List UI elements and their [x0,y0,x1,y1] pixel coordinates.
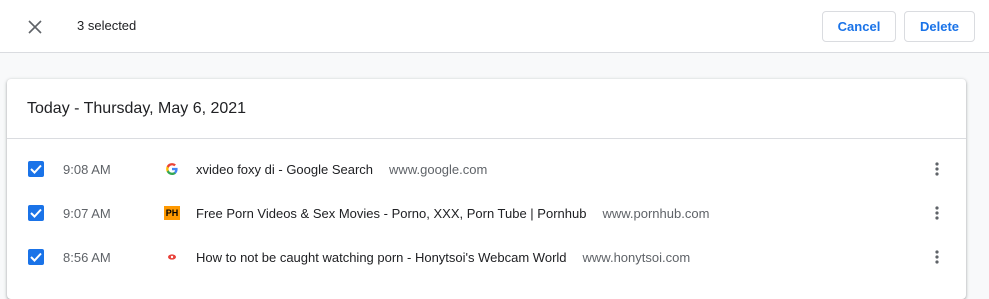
google-favicon-icon [164,161,180,177]
history-row: 9:08 AM xvideo foxy di - Google Search w… [7,147,966,191]
history-row: 9:07 AM PH Free Porn Videos & Sex Movies… [7,191,966,235]
page-title-link[interactable]: xvideo foxy di - Google Search [196,162,373,177]
more-actions-icon[interactable] [926,158,948,180]
delete-button[interactable]: Delete [904,11,975,42]
pornhub-favicon-icon: PH [164,205,180,221]
honytsoi-favicon-icon [164,249,180,265]
row-checkbox[interactable] [28,161,44,177]
page-title-link[interactable]: How to not be caught watching porn - Hon… [196,250,567,265]
page-domain: www.honytsoi.com [582,249,691,265]
checkmark-icon [30,164,42,174]
history-row: 8:56 AM How to not be caught watching po… [7,235,966,279]
favicon-label: PH [164,206,180,220]
page-domain: www.google.com [389,161,488,177]
selection-toolbar: 3 selected Cancel Delete [0,0,989,53]
history-card: Today - Thursday, May 6, 2021 9:08 AM xv… [7,79,966,299]
date-header: Today - Thursday, May 6, 2021 [7,79,966,139]
close-icon[interactable] [22,14,48,40]
more-actions-icon[interactable] [926,202,948,224]
more-actions-icon[interactable] [926,246,948,268]
checkmark-icon [30,208,42,218]
cancel-button[interactable]: Cancel [822,11,896,42]
checkmark-icon [30,252,42,262]
visit-time: 8:56 AM [63,249,111,265]
visit-time: 9:08 AM [63,161,111,177]
page-domain: www.pornhub.com [602,205,710,221]
page-title-link[interactable]: Free Porn Videos & Sex Movies - Porno, X… [196,206,586,221]
row-checkbox[interactable] [28,249,44,265]
selected-count: 3 selected [77,18,137,33]
visit-time: 9:07 AM [63,205,111,221]
row-checkbox[interactable] [28,205,44,221]
